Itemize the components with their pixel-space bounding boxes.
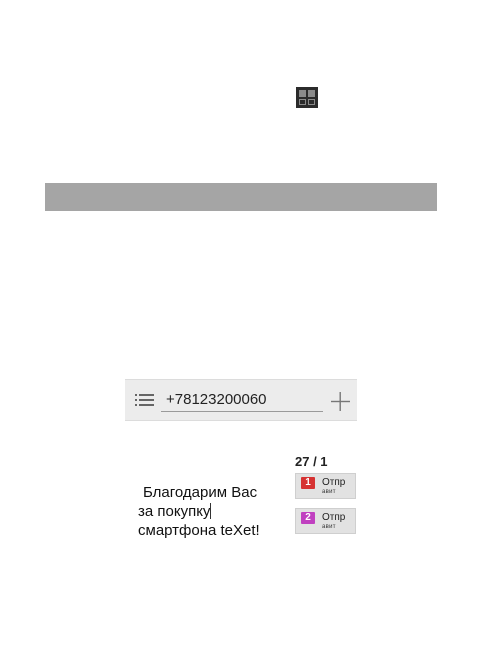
- sim-1-badge: 1: [301, 477, 315, 489]
- message-line-2-text: за покупку: [138, 503, 211, 520]
- char-counter: 27 / 1: [295, 454, 328, 469]
- send-sim1-button[interactable]: 1 Отпр авит: [295, 473, 356, 499]
- sim-2-badge: 2: [301, 512, 315, 524]
- message-line-1: Благодарим Вас: [143, 484, 258, 501]
- send-label: Отпр: [322, 512, 346, 523]
- apps-grid-icon[interactable]: [296, 87, 318, 108]
- recipient-bar: +78123200060: [125, 379, 357, 421]
- plus-icon[interactable]: [331, 392, 350, 411]
- list-icon[interactable]: [135, 393, 154, 408]
- send-label-sub: авит: [322, 524, 336, 530]
- send-sim2-button[interactable]: 2 Отпр авит: [295, 508, 356, 534]
- message-line-3: смартфона teXet!: [138, 522, 260, 539]
- text-cursor: [210, 503, 212, 519]
- message-input[interactable]: Благодарим Вас за покупку смартфона teXe…: [138, 483, 288, 540]
- recipient-input[interactable]: +78123200060: [161, 388, 323, 412]
- send-label-sub: авит: [322, 489, 336, 495]
- recipient-value: +78123200060: [166, 391, 267, 408]
- message-line-2: за покупку: [138, 502, 288, 521]
- title-bar: [45, 183, 437, 211]
- send-label: Отпр: [322, 477, 346, 488]
